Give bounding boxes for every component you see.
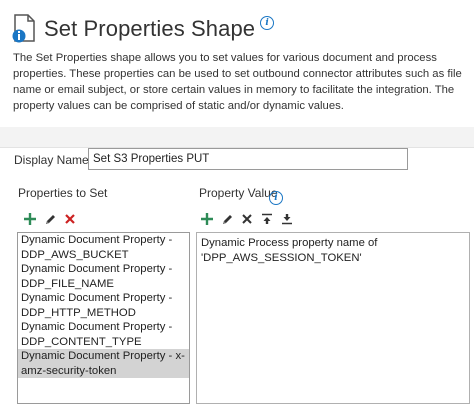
property-list-item[interactable]: Dynamic Document Property - DDP_HTTP_MET… [18, 291, 189, 320]
properties-toolbar [22, 211, 82, 227]
property-list-item-selected[interactable]: Dynamic Document Property - x-amz-securi… [18, 349, 189, 378]
property-list-item[interactable]: Dynamic Document Property - DDP_CONTENT_… [18, 320, 189, 349]
property-list-item[interactable]: Dynamic Document Property - DDP_AWS_BUCK… [18, 233, 189, 262]
page-header: Set Properties Shape i [12, 12, 275, 46]
property-value-info-icon[interactable]: i [269, 191, 283, 205]
add-icon[interactable] [22, 211, 38, 227]
display-name-field[interactable] [88, 148, 408, 170]
edit-pencil-icon[interactable] [219, 211, 235, 227]
shape-description: The Set Properties shape allows you to s… [13, 52, 462, 112]
document-properties-icon [12, 14, 38, 44]
property-value-label: Property Value [199, 186, 278, 200]
add-icon[interactable] [199, 211, 215, 227]
section-divider [0, 127, 474, 148]
delete-x-icon[interactable] [62, 211, 78, 227]
property-value-toolbar [199, 211, 299, 227]
page-title: Set Properties Shape [44, 16, 256, 41]
move-up-icon[interactable] [259, 211, 275, 227]
display-name-label: Display Name [14, 153, 89, 167]
property-value-content[interactable]: Dynamic Process property name of 'DPP_AW… [196, 232, 470, 404]
edit-pencil-icon[interactable] [42, 211, 58, 227]
info-icon[interactable]: i [260, 16, 275, 30]
delete-x-icon[interactable] [239, 211, 255, 227]
properties-list[interactable]: Dynamic Document Property - DDP_AWS_BUCK… [17, 232, 190, 404]
property-list-item[interactable]: Dynamic Document Property - DDP_FILE_NAM… [18, 262, 189, 291]
properties-to-set-label: Properties to Set [18, 186, 108, 200]
move-down-icon[interactable] [279, 211, 295, 227]
